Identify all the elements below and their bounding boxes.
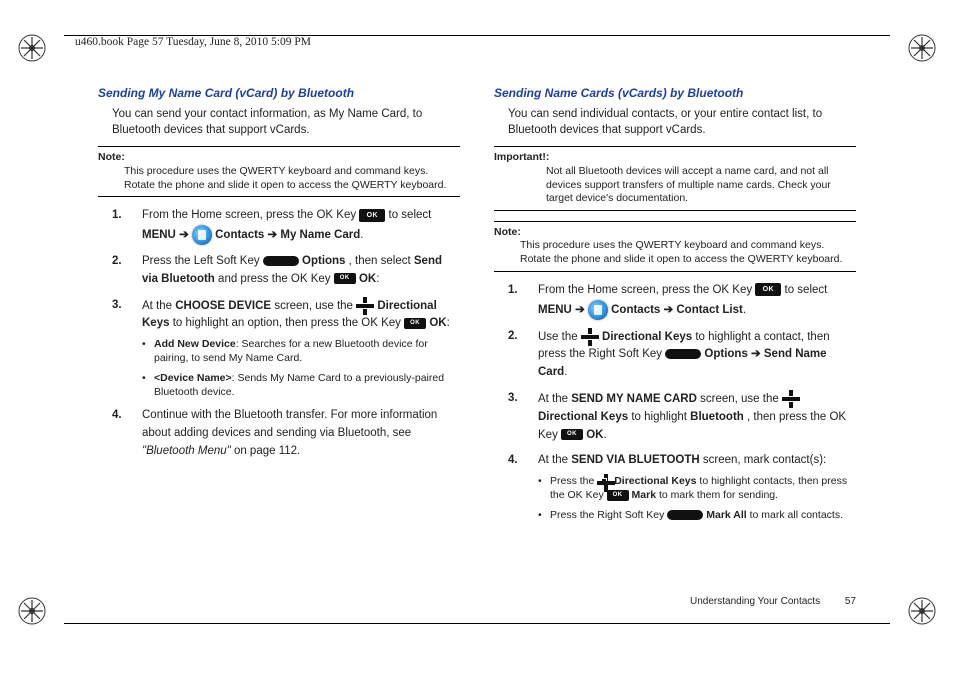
ornament-bottom-left — [16, 595, 48, 627]
footer-rule — [64, 623, 890, 624]
directional-keys-icon — [782, 390, 800, 408]
right-steps: From the Home screen, press the OK Key O… — [508, 282, 856, 522]
ornament-top-right — [906, 32, 938, 64]
ok-key-icon: OK — [334, 273, 356, 284]
note-label: Note: — [494, 226, 521, 238]
content-columns: Sending My Name Card (vCard) by Bluetoot… — [98, 85, 856, 592]
directional-keys-icon — [597, 474, 611, 488]
right-step-3: At the SEND MY NAME CARD screen, use the… — [508, 390, 856, 444]
right-step4-bullets: Press the Directional Keys to highlight … — [538, 474, 856, 522]
ok-key-icon: OK — [755, 283, 781, 296]
right-heading: Sending Name Cards (vCards) by Bluetooth — [494, 85, 856, 101]
right-step-1: From the Home screen, press the OK Key O… — [508, 282, 856, 320]
right-step-4: At the SEND VIA BLUETOOTH screen, mark c… — [508, 452, 856, 521]
bullet-add-new-device: Add New Device: Searches for a new Bluet… — [142, 337, 460, 365]
left-step-4: Continue with the Bluetooth transfer. Fo… — [112, 407, 460, 460]
contacts-icon — [192, 225, 212, 245]
left-step-3: At the CHOOSE DEVICE screen, use the Dir… — [112, 297, 460, 399]
right-column: Sending Name Cards (vCards) by Bluetooth… — [494, 85, 856, 592]
ok-key-icon: OK — [359, 209, 385, 222]
bullet-mark: Press the Directional Keys to highlight … — [538, 474, 856, 502]
ok-key-icon: OK — [561, 429, 583, 440]
left-heading: Sending My Name Card (vCard) by Bluetoot… — [98, 85, 460, 101]
right-note: Note: This procedure uses the QWERTY key… — [494, 221, 856, 272]
left-intro: You can send your contact information, a… — [112, 107, 460, 138]
right-intro: You can send individual contacts, or you… — [508, 107, 856, 138]
note-text: This procedure uses the QWERTY keyboard … — [520, 239, 856, 266]
ornament-bottom-right — [906, 595, 938, 627]
left-column: Sending My Name Card (vCard) by Bluetoot… — [98, 85, 460, 592]
header-filepath: u460.book Page 57 Tuesday, June 8, 2010 … — [75, 36, 311, 48]
footer-section: Understanding Your Contacts — [690, 596, 820, 607]
page: u460.book Page 57 Tuesday, June 8, 2010 … — [0, 0, 954, 682]
bullet-device-name: <Device Name>: Sends My Name Card to a p… — [142, 371, 460, 399]
important-text: Not all Bluetooth devices will accept a … — [546, 165, 856, 206]
left-steps: From the Home screen, press the OK Key O… — [112, 207, 460, 460]
note-label: Note: — [98, 151, 125, 163]
directional-keys-icon — [581, 328, 599, 346]
right-important: Important!: Not all Bluetooth devices wi… — [494, 146, 856, 211]
directional-keys-icon — [356, 297, 374, 315]
footer-page-number: 57 — [845, 596, 856, 607]
ornament-top-left — [16, 32, 48, 64]
important-label: Important!: — [494, 151, 549, 163]
note-text: This procedure uses the QWERTY keyboard … — [124, 165, 460, 192]
contacts-icon — [588, 300, 608, 320]
ok-key-icon: OK — [404, 318, 426, 329]
bullet-mark-all: Press the Right Soft Key Mark All to mar… — [538, 508, 856, 522]
left-step-2: Press the Left Soft Key Options , then s… — [112, 253, 460, 289]
right-step-2: Use the Directional Keys to highlight a … — [508, 328, 856, 382]
page-footer: Understanding Your Contacts 57 — [690, 596, 856, 607]
left-step-1: From the Home screen, press the OK Key O… — [112, 207, 460, 245]
left-note: Note: This procedure uses the QWERTY key… — [98, 146, 460, 197]
soft-key-icon — [667, 510, 703, 520]
ok-key-icon: OK — [607, 490, 629, 501]
soft-key-icon — [263, 256, 299, 266]
soft-key-icon — [665, 349, 701, 359]
left-step3-bullets: Add New Device: Searches for a new Bluet… — [142, 337, 460, 399]
